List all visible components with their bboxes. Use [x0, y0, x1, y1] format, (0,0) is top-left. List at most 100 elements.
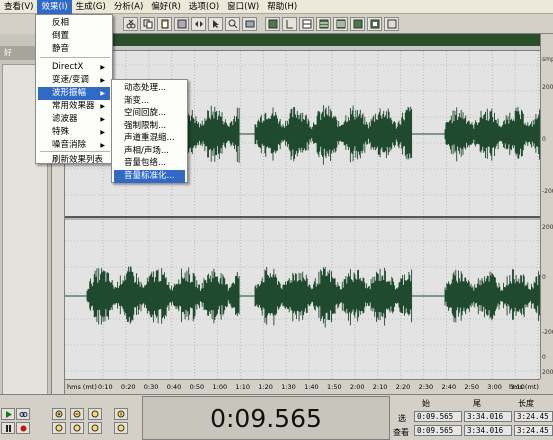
amplitude-menu-item[interactable]: 音量标准化...: [114, 169, 185, 183]
effects-menu-item-label: 特殊: [52, 127, 70, 137]
time-tick-label: 2:30: [418, 383, 434, 391]
view-length-field[interactable]: 3:24.45: [514, 425, 553, 436]
cut-icon[interactable]: [123, 17, 138, 31]
menu-view[interactable]: 查看(V): [0, 0, 37, 14]
view-3-icon[interactable]: [299, 17, 314, 31]
submenu-arrow-icon: ▶: [100, 116, 105, 123]
amplitude-menu-item[interactable]: 音量包络...: [114, 157, 185, 170]
menu-effects[interactable]: 效果(I): [37, 0, 72, 14]
mix-paste-icon[interactable]: [174, 17, 189, 31]
effects-menu-item[interactable]: 滤波器 ▶: [38, 113, 110, 126]
effects-menu-item-label: 噪音消除: [52, 140, 87, 150]
effects-menu-item[interactable]: 特殊 ▶: [38, 126, 110, 139]
menu-separator: [40, 151, 110, 152]
effects-menu: 反相 倒置 静音 DirectX ▶ 变速/变调 ▶ 波形振幅 ▶ 常用效果器 ▶ 滤波器 ▶ 特殊 ▶ 噪音…: [35, 14, 113, 167]
header-length: 长度: [518, 399, 534, 408]
time-tick-label: 2:20: [395, 383, 411, 391]
view-5-icon[interactable]: [333, 17, 348, 31]
amplitude-menu-item[interactable]: 声道重混缩...: [114, 132, 185, 145]
amplitude-menu-item[interactable]: 渐变...: [114, 95, 185, 108]
time-tick-label: 3:10: [510, 383, 525, 391]
view-4-icon[interactable]: [316, 17, 331, 31]
time-tick-label: 2:10: [372, 383, 388, 391]
time-tick-label: 1:30: [281, 383, 296, 391]
zoom-select-icon[interactable]: [225, 17, 240, 31]
selection-end-field[interactable]: 3:34.016: [464, 411, 512, 422]
zoom-selection-icon[interactable]: [88, 422, 102, 434]
menu-generate[interactable]: 生成(G): [72, 0, 110, 14]
menu-help[interactable]: 帮助(H): [263, 0, 301, 14]
menu-separator: [40, 57, 110, 58]
amplitude-submenu: 动态处理... 渐变... 空间回旋... 强制限制... 声道重混缩... 声相/声场.…: [111, 79, 188, 183]
row-label-view: 查看: [393, 428, 409, 437]
zoom-in-vertical-icon[interactable]: [114, 408, 128, 420]
view-1-icon[interactable]: [265, 17, 280, 31]
amplitude-tick-label: 0: [542, 354, 546, 361]
zoom-full-icon[interactable]: [88, 408, 102, 420]
time-tick-label: 2:00: [349, 383, 365, 391]
view-begin-field[interactable]: 0:09.565: [414, 425, 462, 436]
effects-menu-item[interactable]: 倒置: [38, 30, 110, 43]
trim-icon[interactable]: [191, 17, 206, 31]
selection-length-field[interactable]: 3:24.45: [514, 411, 553, 422]
effects-menu-item[interactable]: 波形振幅 ▶: [38, 87, 110, 100]
copy-icon[interactable]: [140, 17, 155, 31]
effects-menu-item[interactable]: 反相: [38, 17, 110, 30]
effects-menu-item[interactable]: 变速/变调 ▶: [38, 74, 110, 87]
toolbar: [110, 14, 553, 34]
submenu-arrow-icon: ▶: [100, 103, 105, 110]
effects-menu-item-label: 滤波器: [52, 114, 78, 124]
view-end-field[interactable]: 3:34.016: [464, 425, 512, 436]
selection-begin-field[interactable]: 0:09.565: [414, 411, 462, 422]
view-2-icon[interactable]: [282, 17, 297, 31]
submenu-arrow-icon: ▶: [100, 77, 105, 84]
view-6-icon[interactable]: [350, 17, 365, 31]
view-8-icon[interactable]: [384, 17, 399, 31]
effects-menu-item-label: DirectX: [52, 62, 84, 72]
amplitude-tick-label: 2000: [542, 369, 553, 376]
zoom-out-horizontal-icon[interactable]: [70, 408, 84, 420]
overview-bar[interactable]: [65, 34, 540, 46]
paste-icon[interactable]: [157, 17, 172, 31]
time-tick-label: 1:20: [258, 383, 273, 391]
time-tick-label: 0:10: [98, 383, 113, 391]
time-tick-label: 3:00: [487, 383, 502, 391]
effects-menu-item[interactable]: 刷新效果列表: [38, 154, 110, 167]
zoom-out-vertical-icon[interactable]: [114, 422, 128, 434]
amplitude-tick-label: 0: [542, 136, 546, 143]
zoom-right-icon[interactable]: [70, 422, 84, 434]
loop-icon[interactable]: [16, 408, 30, 420]
amplitude-menu-item[interactable]: 声相/声场...: [114, 145, 185, 158]
play-icon[interactable]: [1, 408, 15, 420]
effects-menu-item-label: 常用效果器: [52, 101, 95, 111]
time-tick-label: 1:40: [304, 383, 319, 391]
amplitude-menu-item[interactable]: 动态处理...: [114, 82, 185, 95]
effects-menu-item[interactable]: 常用效果器 ▶: [38, 100, 110, 113]
menu-favorites[interactable]: 偏好(R): [147, 0, 185, 14]
effects-menu-item-label: 反相: [52, 18, 70, 28]
effects-menu-item[interactable]: DirectX ▶: [38, 61, 110, 74]
select-icon[interactable]: [208, 17, 223, 31]
effects-menu-item-label: 倒置: [52, 31, 70, 41]
menu-options[interactable]: 选项(O): [185, 0, 223, 14]
effects-menu-item[interactable]: 静音: [38, 43, 110, 56]
record-icon[interactable]: [16, 422, 30, 434]
amplitude-tick-label: -2000: [542, 188, 553, 195]
zoom-left-icon[interactable]: [52, 422, 66, 434]
time-tick-label: 1:10: [235, 383, 250, 391]
amplitude-menu-item[interactable]: 强制限制...: [114, 120, 185, 133]
pause-icon[interactable]: [1, 422, 15, 434]
zoom-in-horizontal-icon[interactable]: [52, 408, 66, 420]
time-tick-label: 2:50: [464, 383, 479, 391]
time-tick-label: 2:40: [441, 383, 457, 391]
settings-icon[interactable]: [242, 17, 257, 31]
menu-analyze[interactable]: 分析(A): [110, 0, 147, 14]
amplitude-tick-label: 2000: [542, 224, 553, 231]
amplitude-menu-item[interactable]: 空间回旋...: [114, 107, 185, 120]
header-end: 尾: [473, 399, 481, 408]
menu-window[interactable]: 窗口(W): [223, 0, 263, 14]
time-tick-label: 1:00: [212, 383, 228, 391]
view-7-icon[interactable]: [367, 17, 382, 31]
time-display: 0:09.565: [142, 396, 390, 440]
row-label-selection: 选: [398, 414, 406, 423]
